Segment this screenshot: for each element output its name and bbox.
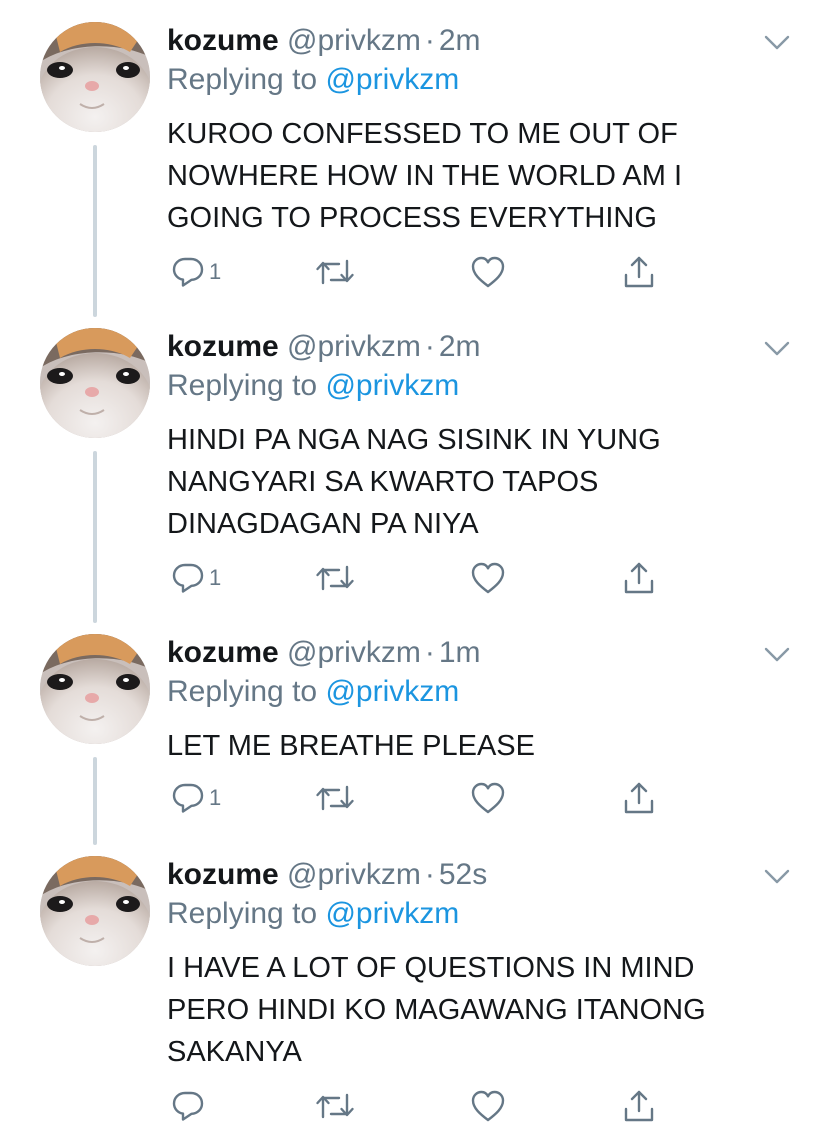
action-bar: 1	[167, 255, 667, 289]
reply-count: 1	[209, 259, 222, 284]
reply-icon	[172, 1091, 204, 1121]
replying-to-line: Replying to @privkzm	[167, 895, 459, 933]
replying-to-mention[interactable]: @privkzm	[325, 897, 459, 930]
username-handle[interactable]: @privkzm	[287, 636, 421, 669]
replying-to-mention[interactable]: @privkzm	[325, 675, 459, 708]
chevron-down-icon[interactable]	[764, 340, 790, 358]
tweet-header: kozume @privkzm · 2m	[167, 328, 481, 366]
separator-dot: ·	[424, 330, 435, 363]
timestamp[interactable]: 2m	[439, 24, 481, 57]
thread-connector-line	[93, 145, 97, 317]
retweet-icon	[316, 259, 354, 285]
retweet-button[interactable]	[315, 1089, 355, 1123]
tweet-text: KUROO CONFESSED TO ME OUT OF NOWHERE HOW…	[167, 118, 683, 234]
reply-button[interactable]: 1	[171, 781, 221, 815]
reply-button[interactable]: 1	[171, 561, 221, 595]
share-button[interactable]	[622, 255, 656, 289]
reply-button[interactable]: 1	[171, 255, 221, 289]
share-icon	[624, 562, 654, 594]
replying-to-label: Replying to	[167, 63, 318, 96]
separator-dot: ·	[424, 858, 435, 891]
timestamp[interactable]: 52s	[439, 858, 487, 891]
username-handle[interactable]: @privkzm	[287, 858, 421, 891]
retweet-icon	[316, 565, 354, 591]
reply-icon	[172, 257, 204, 287]
share-icon	[624, 1090, 654, 1122]
username-handle[interactable]: @privkzm	[287, 24, 421, 57]
replying-to-line: Replying to @privkzm	[167, 673, 459, 711]
like-button[interactable]	[470, 1089, 506, 1123]
timestamp[interactable]: 2m	[439, 330, 481, 363]
replying-to-mention[interactable]: @privkzm	[325, 63, 459, 96]
retweet-button[interactable]	[315, 255, 355, 289]
timestamp[interactable]: 1m	[439, 636, 481, 669]
avatar[interactable]	[40, 634, 150, 744]
like-icon	[471, 562, 505, 594]
avatar[interactable]	[40, 856, 150, 966]
display-name[interactable]: kozume	[167, 24, 279, 57]
reply-count: 1	[209, 565, 222, 590]
display-name[interactable]: kozume	[167, 330, 279, 363]
tweet-header: kozume @privkzm · 1m	[167, 634, 481, 672]
separator-dot: ·	[424, 636, 435, 669]
action-bar: 1	[167, 561, 667, 595]
display-name[interactable]: kozume	[167, 858, 279, 891]
avatar-cat-image	[40, 328, 150, 438]
replying-to-line: Replying to @privkzm	[167, 61, 459, 99]
username-handle[interactable]: @privkzm	[287, 330, 421, 363]
tweet-text: LET ME BREATHE PLEASE	[167, 730, 535, 762]
retweet-button[interactable]	[315, 781, 355, 815]
avatar-cat-image	[40, 856, 150, 966]
action-bar: 1	[167, 781, 667, 815]
replying-to-mention[interactable]: @privkzm	[325, 369, 459, 402]
like-icon	[471, 1090, 505, 1122]
share-button[interactable]	[622, 1089, 656, 1123]
like-button[interactable]	[470, 561, 506, 595]
chevron-down-icon[interactable]	[764, 646, 790, 664]
avatar[interactable]	[40, 22, 150, 132]
tweet-text: HINDI PA NGA NAG SISINK IN YUNG NANGYARI…	[167, 424, 661, 540]
like-icon	[471, 256, 505, 288]
tweet-text: I HAVE A LOT OF QUESTIONS IN MIND PERO H…	[167, 952, 706, 1068]
share-button[interactable]	[622, 561, 656, 595]
tweet-header: kozume @privkzm · 2m	[167, 22, 481, 60]
retweet-button[interactable]	[315, 561, 355, 595]
avatar[interactable]	[40, 328, 150, 438]
avatar-cat-image	[40, 22, 150, 132]
avatar-cat-image	[40, 634, 150, 744]
retweet-icon	[316, 785, 354, 811]
replying-to-label: Replying to	[167, 675, 318, 708]
replying-to-line: Replying to @privkzm	[167, 367, 459, 405]
replying-to-label: Replying to	[167, 897, 318, 930]
tweet-header: kozume @privkzm · 52s	[167, 856, 487, 894]
like-button[interactable]	[470, 781, 506, 815]
thread-connector-line	[93, 451, 97, 623]
action-bar	[167, 1089, 667, 1123]
display-name[interactable]: kozume	[167, 636, 279, 669]
reply-icon	[172, 783, 204, 813]
reply-button[interactable]	[171, 1089, 209, 1123]
chevron-down-icon[interactable]	[764, 868, 790, 886]
share-button[interactable]	[622, 781, 656, 815]
like-button[interactable]	[470, 255, 506, 289]
share-icon	[624, 782, 654, 814]
share-icon	[624, 256, 654, 288]
reply-count: 1	[209, 785, 222, 810]
chevron-down-icon[interactable]	[764, 34, 790, 52]
replying-to-label: Replying to	[167, 369, 318, 402]
like-icon	[471, 782, 505, 814]
separator-dot: ·	[424, 24, 435, 57]
thread-connector-line	[93, 757, 97, 845]
reply-icon	[172, 563, 204, 593]
retweet-icon	[316, 1093, 354, 1119]
